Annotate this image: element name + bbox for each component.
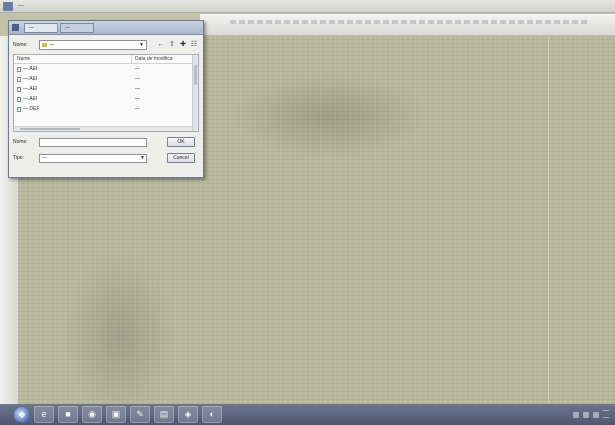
list-item[interactable]: —.AEI — xyxy=(14,84,198,94)
view-menu-icon[interactable]: ☷ xyxy=(190,41,198,49)
new-folder-icon[interactable]: ✚ xyxy=(179,41,187,49)
app-menu-bar xyxy=(200,14,615,36)
dialog-icon xyxy=(12,24,19,31)
ok-button[interactable]: OK xyxy=(167,137,195,147)
filetype-row: Tipo: — ▼ Cancel xyxy=(9,152,203,164)
look-in-value: — xyxy=(49,42,54,48)
filetype-value: — xyxy=(42,154,47,161)
vertical-scrollbar[interactable] xyxy=(192,55,198,131)
file-icon xyxy=(17,106,21,112)
file-name: —.AEI xyxy=(23,86,38,92)
explorer-icon[interactable]: ■ xyxy=(58,406,78,423)
up-folder-icon[interactable]: ⇧ xyxy=(168,41,176,49)
file-date: — xyxy=(135,86,140,92)
app-title-bar: — xyxy=(0,0,615,13)
file-date: — xyxy=(135,106,140,112)
browser-icon[interactable]: e xyxy=(34,406,54,423)
scroll-thumb[interactable] xyxy=(194,65,197,85)
menu-strip xyxy=(230,20,590,24)
filename-label: Nome: xyxy=(13,139,28,145)
app-window-icon[interactable]: ▣ xyxy=(106,406,126,423)
look-in-label: Nome: xyxy=(13,42,28,48)
file-date: — xyxy=(135,66,140,72)
volume-icon[interactable] xyxy=(583,411,589,418)
list-item[interactable]: —.AEI — xyxy=(14,64,198,74)
back-icon[interactable]: ← xyxy=(157,41,165,49)
app-title: — xyxy=(18,3,25,9)
column-name[interactable]: Name xyxy=(14,55,132,63)
clock-date: — xyxy=(603,414,609,421)
document-icon[interactable]: ▤ xyxy=(154,406,174,423)
list-item[interactable]: —.DEF — xyxy=(14,104,198,114)
tool-icon[interactable]: ◈ xyxy=(178,406,198,423)
look-in-row: Nome: — ▼ ← ⇧ ✚ ☷ xyxy=(9,38,203,52)
filetype-dropdown[interactable]: — ▼ xyxy=(39,153,147,163)
flag-icon[interactable] xyxy=(593,411,599,418)
folder-icon xyxy=(42,43,47,47)
horizontal-scrollbar[interactable] xyxy=(14,126,192,131)
column-date[interactable]: Data de modifica xyxy=(132,55,198,63)
file-icon xyxy=(17,86,21,92)
filetype-label: Tipo: xyxy=(13,155,24,161)
tab-0[interactable]: — xyxy=(24,22,58,33)
dialog-toolbar: ← ⇧ ✚ ☷ xyxy=(157,41,198,49)
tab-1[interactable]: — xyxy=(60,22,94,33)
system-tray: — — xyxy=(573,408,609,422)
start-button[interactable]: ❖ xyxy=(14,406,30,423)
file-date: — xyxy=(135,96,140,102)
file-icon xyxy=(17,76,21,82)
filename-input[interactable] xyxy=(39,137,147,147)
clock[interactable]: — — xyxy=(603,408,609,422)
app-icon xyxy=(3,2,13,11)
look-in-dropdown[interactable]: — ▼ xyxy=(39,40,147,50)
file-icon xyxy=(17,96,21,102)
chevron-down-icon[interactable]: ▼ xyxy=(138,42,145,48)
file-name: —.AEI xyxy=(23,66,38,72)
list-item[interactable]: —.AEI — xyxy=(14,74,198,84)
filename-row: Nome: OK xyxy=(9,136,203,148)
network-icon[interactable] xyxy=(573,411,579,418)
file-name: —.DEF xyxy=(23,106,40,112)
cancel-button[interactable]: Cancel xyxy=(167,153,195,163)
dialog-title-bar: — — xyxy=(9,21,203,35)
list-item[interactable]: —.AEI — xyxy=(14,94,198,104)
chevron-down-icon[interactable]: ▼ xyxy=(140,155,145,162)
scroll-thumb[interactable] xyxy=(20,128,80,130)
file-name: —.AEI xyxy=(23,96,38,102)
open-file-dialog: — — Nome: — ▼ ← ⇧ ✚ ☷ Name Data de modif… xyxy=(8,20,204,178)
file-icon xyxy=(17,66,21,72)
taskbar: ❖ e ■ ◉ ▣ ✎ ▤ ◈ ◐ — — xyxy=(0,404,615,425)
media-icon[interactable]: ◉ xyxy=(82,406,102,423)
editor-icon[interactable]: ✎ xyxy=(130,406,150,423)
file-name: —.AEI xyxy=(23,76,38,82)
file-list-header: Name Data de modifica xyxy=(14,55,198,64)
clock-time: — xyxy=(603,407,609,414)
file-date: — xyxy=(135,76,140,82)
clock-app-icon[interactable]: ◐ xyxy=(202,406,222,423)
dialog-tabs: — — xyxy=(24,22,94,33)
file-list: Name Data de modifica —.AEI — —.AEI — —.… xyxy=(13,54,199,132)
